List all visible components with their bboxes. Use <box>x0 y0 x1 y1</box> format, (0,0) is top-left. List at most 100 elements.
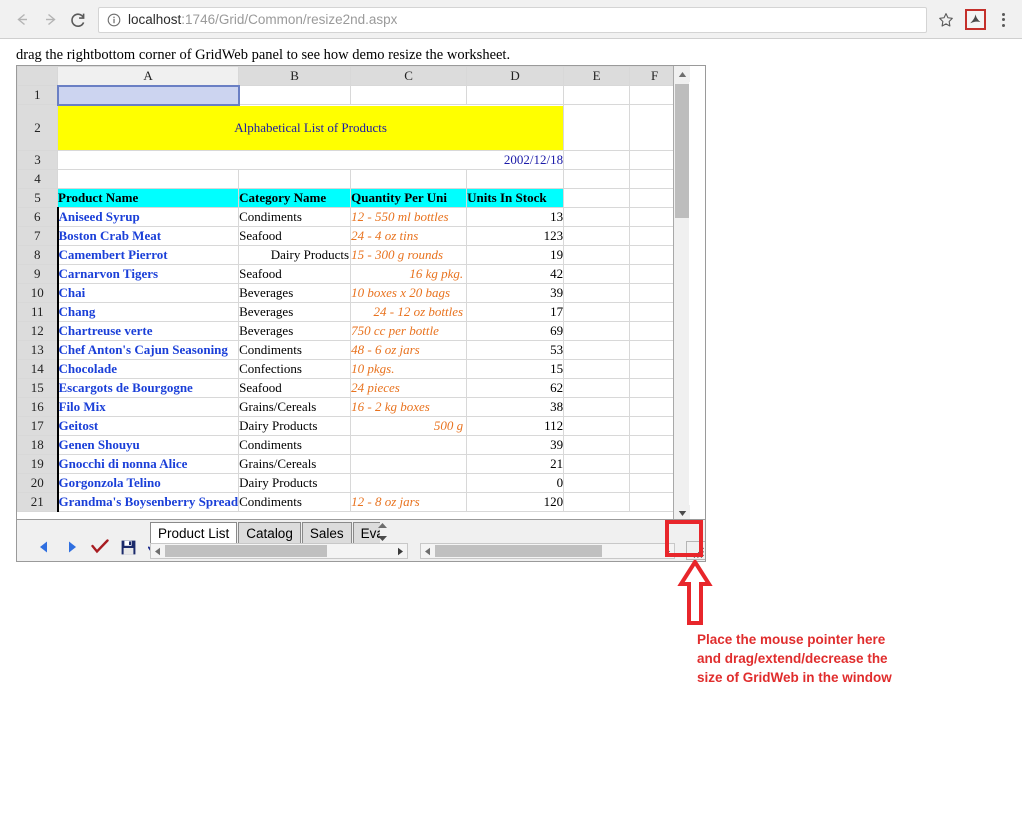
row-header-6[interactable]: 6 <box>17 207 58 227</box>
row-header-7[interactable]: 7 <box>17 226 58 246</box>
column-header-e[interactable]: E <box>563 66 631 86</box>
cell-category-name[interactable]: Dairy Products <box>238 473 352 493</box>
resize-grip-handle[interactable] <box>686 541 705 560</box>
cell-units-in-stock[interactable]: 62 <box>466 378 565 398</box>
cell-units-in-stock[interactable]: 53 <box>466 340 565 360</box>
address-bar[interactable]: localhost:1746/Grid/Common/resize2nd.asp… <box>98 6 927 33</box>
cell-e17[interactable] <box>563 416 631 436</box>
cell-c4[interactable] <box>350 169 468 189</box>
cell-units-in-stock[interactable]: 123 <box>466 226 565 246</box>
cell-e15[interactable] <box>563 378 631 398</box>
cell-units-in-stock[interactable]: 13 <box>466 207 565 227</box>
row-header-17[interactable]: 17 <box>17 416 58 436</box>
cell-units-in-stock[interactable]: 0 <box>466 473 565 493</box>
row-header-20[interactable]: 20 <box>17 473 58 493</box>
horizontal-scrollbar-tabs-thumb[interactable] <box>165 545 327 557</box>
cell-quantity-per-unit[interactable]: 16 - 2 kg boxes <box>350 397 468 417</box>
cell-e13[interactable] <box>563 340 631 360</box>
back-button[interactable] <box>8 6 36 34</box>
title-banner-cell[interactable]: Alphabetical List of Products <box>56 104 565 151</box>
sheet-tab-catalog[interactable]: Catalog <box>238 522 301 543</box>
cell-quantity-per-unit[interactable]: 10 pkgs. <box>350 359 468 379</box>
cell-category-name[interactable]: Condiments <box>238 340 352 360</box>
cell-quantity-per-unit[interactable]: 12 - 550 ml bottles <box>350 207 468 227</box>
sheet-scroll-right-button[interactable] <box>661 544 674 558</box>
cell-product-name[interactable]: Gorgonzola Telino <box>56 473 240 493</box>
grid-scroll-area[interactable]: A B C D E F 1 2 Alphabetical List of Pro… <box>17 66 691 521</box>
prev-sheet-button[interactable] <box>35 538 53 556</box>
cell-product-name[interactable]: Aniseed Syrup <box>56 207 240 227</box>
cell-quantity-per-unit[interactable]: 12 - 8 oz jars <box>350 492 468 512</box>
kebab-menu-icon[interactable] <box>992 7 1014 33</box>
cell-e20[interactable] <box>563 473 631 493</box>
cell-units-in-stock[interactable]: 69 <box>466 321 565 341</box>
info-circle-icon[interactable] <box>107 13 121 27</box>
submit-button[interactable] <box>91 538 109 556</box>
cell-units-in-stock[interactable]: 21 <box>466 454 565 474</box>
cell-product-name[interactable]: Genen Shouyu <box>56 435 240 455</box>
reload-button[interactable] <box>64 6 92 34</box>
sheet-tab-product-list[interactable]: Product List <box>150 522 238 543</box>
row-header-19[interactable]: 19 <box>17 454 58 474</box>
cell-units-in-stock[interactable]: 42 <box>466 264 565 284</box>
scroll-up-button[interactable] <box>674 66 690 82</box>
cell-e12[interactable] <box>563 321 631 341</box>
horizontal-scrollbar-sheet[interactable] <box>420 543 675 559</box>
row-header-1[interactable]: 1 <box>17 85 58 105</box>
row-header-9[interactable]: 9 <box>17 264 58 284</box>
forward-button[interactable] <box>36 6 64 34</box>
row-header-8[interactable]: 8 <box>17 245 58 265</box>
cell-b4[interactable] <box>238 169 352 189</box>
cell-quantity-per-unit[interactable]: 24 - 4 oz tins <box>350 226 468 246</box>
header-quantity-per-unit[interactable]: Quantity Per Uni <box>350 188 468 208</box>
row-header-14[interactable]: 14 <box>17 359 58 379</box>
cell-e14[interactable] <box>563 359 631 379</box>
cell-product-name[interactable]: Chang <box>56 302 240 322</box>
header-product-name[interactable]: Product Name <box>56 188 240 208</box>
cell-e7[interactable] <box>563 226 631 246</box>
cell-quantity-per-unit[interactable]: 10 boxes x 20 bags <box>350 283 468 303</box>
cell-product-name[interactable]: Gnocchi di nonna Alice <box>56 454 240 474</box>
cell-product-name[interactable]: Boston Crab Meat <box>56 226 240 246</box>
cell-e19[interactable] <box>563 454 631 474</box>
horizontal-scrollbar-sheet-thumb[interactable] <box>435 545 602 557</box>
sheet-tab-sales[interactable]: Sales <box>301 522 352 543</box>
cell-quantity-per-unit[interactable] <box>350 473 468 493</box>
vertical-scrollbar[interactable] <box>673 66 690 521</box>
next-sheet-button[interactable] <box>63 538 81 556</box>
row-header-5[interactable]: 5 <box>17 188 58 208</box>
horizontal-scrollbar-tabs[interactable] <box>150 543 408 559</box>
adobe-pdf-extension-icon[interactable] <box>965 9 986 30</box>
cell-product-name[interactable]: Escargots de Bourgogne <box>56 378 240 398</box>
row-header-10[interactable]: 10 <box>17 283 58 303</box>
cell-category-name[interactable]: Beverages <box>238 283 352 303</box>
cell-product-name[interactable]: Chef Anton's Cajun Seasoning <box>56 340 240 360</box>
cell-d1[interactable] <box>466 85 565 105</box>
cell-c1[interactable] <box>350 85 468 105</box>
cell-e1[interactable] <box>563 85 631 105</box>
cell-e10[interactable] <box>563 283 631 303</box>
cell-quantity-per-unit[interactable]: 16 kg pkg. <box>350 264 468 284</box>
scroll-right-button[interactable] <box>394 544 407 558</box>
sheet-scroll-left-button[interactable] <box>421 544 434 558</box>
cell-e9[interactable] <box>563 264 631 284</box>
cell-e6[interactable] <box>563 207 631 227</box>
cell-units-in-stock[interactable]: 120 <box>466 492 565 512</box>
row-header-13[interactable]: 13 <box>17 340 58 360</box>
scroll-left-button[interactable] <box>151 544 164 558</box>
grid-corner-box[interactable] <box>17 66 58 86</box>
cell-product-name[interactable]: Grandma's Boysenberry Spread <box>56 492 240 512</box>
cell-category-name[interactable]: Beverages <box>238 302 352 322</box>
cell-d4[interactable] <box>466 169 565 189</box>
cell-e4[interactable] <box>563 169 631 189</box>
worksheet-table[interactable]: A B C D E F 1 2 Alphabetical List of Pro… <box>17 66 681 512</box>
row-header-16[interactable]: 16 <box>17 397 58 417</box>
tab-scroll-spinner[interactable] <box>377 522 389 542</box>
cell-category-name[interactable]: Seafood <box>238 226 352 246</box>
column-header-a[interactable]: A <box>56 66 240 86</box>
cell-category-name[interactable]: Seafood <box>238 264 352 284</box>
cell-b1[interactable] <box>238 85 352 105</box>
header-units-in-stock[interactable]: Units In Stock <box>466 188 565 208</box>
sheet-tab-strip[interactable]: Product ListCatalogSalesEvaluation <box>150 521 380 543</box>
cell-category-name[interactable]: Dairy Products <box>238 245 352 265</box>
